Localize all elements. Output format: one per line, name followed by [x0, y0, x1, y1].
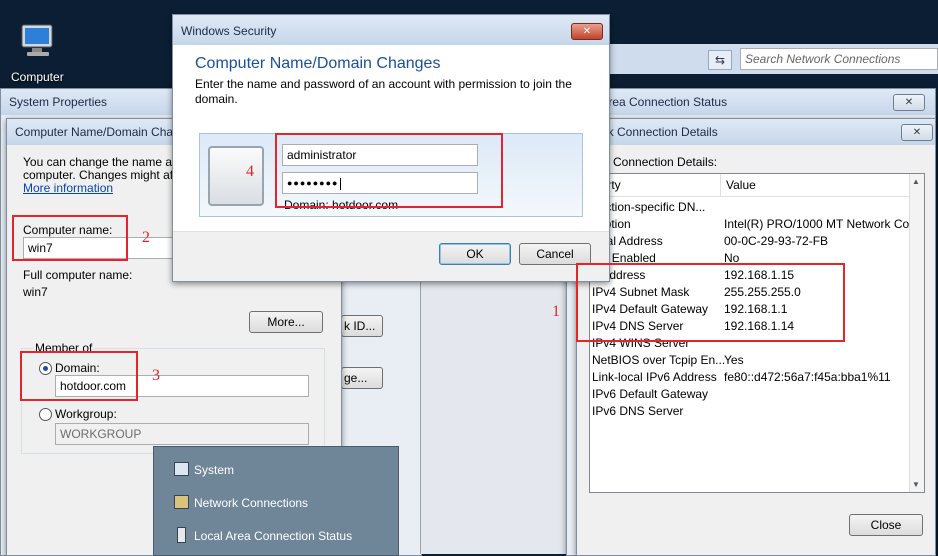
- jumplist-item-system[interactable]: System: [154, 457, 398, 483]
- background-panel: [420, 272, 567, 554]
- annotation-number-1: 1: [552, 303, 560, 320]
- col-value-header[interactable]: Value: [726, 178, 756, 192]
- taskbar-jumplist: System Network Connections Local Area Co…: [153, 446, 399, 556]
- ok-button[interactable]: OK: [439, 243, 511, 265]
- close-icon: ✕: [912, 127, 922, 138]
- table-row[interactable]: IPv6 DNS Server: [590, 403, 924, 420]
- workgroup-label: Workgroup:: [55, 407, 117, 421]
- search-input[interactable]: Search Network Connections: [740, 48, 938, 70]
- table-row[interactable]: Link-local IPv6 Address fe80::d472:56a7:f…: [590, 369, 924, 386]
- table-row[interactable]: NetBIOS over Tcpip En... Yes: [590, 352, 924, 369]
- list-header: perty Value: [590, 174, 924, 197]
- row-value: Yes: [724, 353, 744, 367]
- security-desc-line2: domain.: [195, 92, 238, 106]
- close-icon: ✕: [904, 97, 914, 108]
- row-property: IPv6 DNS Server: [592, 404, 684, 418]
- security-heading: Computer Name/Domain Changes: [195, 55, 441, 72]
- security-titlebar: Windows Security: [173, 15, 609, 45]
- ncd-close-x-button[interactable]: ✕: [901, 124, 933, 141]
- lac-titlebar: l Area Connection Status: [567, 89, 935, 115]
- jumplist-item-local-area-connection-status[interactable]: Local Area Connection Status: [154, 523, 398, 549]
- security-desc-line1: Enter the name and password of an accoun…: [195, 77, 572, 91]
- close-button[interactable]: Close: [849, 514, 923, 536]
- desktop-computer-icon[interactable]: Computer: [8, 22, 72, 84]
- explorer-window: ⇆ Search Network Connections: [604, 44, 938, 74]
- vertical-scrollbar[interactable]: ▲ ▼: [909, 174, 924, 492]
- ncd-titlebar: ork Connection Details: [577, 119, 935, 145]
- annotation-box-1: [576, 263, 845, 342]
- annotation-box-3: [20, 351, 138, 401]
- close-icon: ✕: [582, 26, 592, 37]
- computer-icon-label: Computer: [11, 70, 64, 84]
- table-row[interactable]: IPv6 Default Gateway: [590, 386, 924, 403]
- user-tile-icon: [208, 146, 264, 206]
- workgroup-input: WORKGROUP: [55, 423, 309, 445]
- network-id-button[interactable]: k ID...: [341, 315, 383, 337]
- refresh-icon[interactable]: ⇆: [708, 50, 732, 70]
- annotation-number-2: 2: [142, 229, 150, 246]
- annotation-box-4: [275, 133, 503, 208]
- full-computer-name-label: Full computer name:: [23, 268, 133, 282]
- more-button[interactable]: More...: [249, 311, 323, 333]
- annotation-number-4: 4: [246, 163, 254, 180]
- details-rows: nection-specific DN... cription Intel(R) P…: [590, 199, 924, 492]
- row-value: fe80::d472:56a7:f45a:bba1%11: [724, 370, 891, 384]
- network-adapter-icon: [177, 527, 186, 543]
- cancel-button[interactable]: Cancel: [519, 243, 591, 265]
- change-button[interactable]: ge...: [341, 367, 383, 389]
- workgroup-radio[interactable]: [39, 408, 52, 421]
- scroll-down-arrow[interactable]: ▼: [912, 480, 920, 489]
- system-icon: [174, 462, 189, 476]
- computer-icon: [16, 22, 60, 60]
- security-close-button[interactable]: ✕: [571, 23, 603, 40]
- row-property: NetBIOS over Tcpip En...: [592, 353, 726, 367]
- table-row[interactable]: sical Address 00-0C-29-93-72-FB: [590, 233, 924, 250]
- more-information-link[interactable]: More information: [23, 181, 113, 195]
- table-row[interactable]: nection-specific DN...: [590, 199, 924, 216]
- full-computer-name-value: win7: [23, 285, 48, 299]
- row-property: Link-local IPv6 Address: [592, 370, 717, 384]
- lac-close-button[interactable]: ✕: [893, 94, 925, 111]
- ncd-heading: ork Connection Details:: [593, 155, 718, 169]
- annotation-number-3: 3: [152, 367, 160, 384]
- table-row[interactable]: cription Intel(R) PRO/1000 MT Network Con…: [590, 216, 924, 233]
- jumplist-item-network-connections[interactable]: Network Connections: [154, 490, 398, 516]
- row-value: Intel(R) PRO/1000 MT Network Connecti: [724, 217, 925, 231]
- annotation-box-2: [12, 215, 128, 261]
- row-value: 00-0C-29-93-72-FB: [724, 234, 829, 248]
- row-property: IPv6 Default Gateway: [592, 387, 709, 401]
- scroll-up-arrow[interactable]: ▲: [912, 177, 920, 186]
- network-connections-icon: [174, 495, 189, 509]
